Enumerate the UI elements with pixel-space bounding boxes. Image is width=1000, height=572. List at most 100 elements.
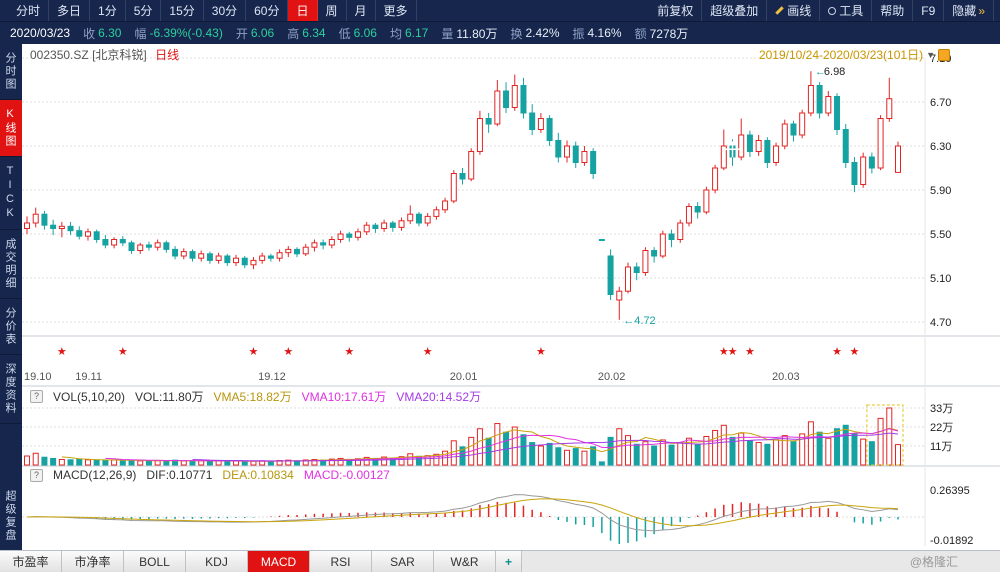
tab-wr[interactable]: W&R — [434, 551, 496, 572]
svg-text:6.30: 6.30 — [930, 141, 951, 153]
svg-text:0.26395: 0.26395 — [930, 485, 970, 497]
sidebar-item-price-table[interactable]: 分价表 — [0, 299, 22, 355]
infobar-fields: 收6.30幅-6.39%(-0.43)开6.06高6.34低6.06均6.17量… — [83, 25, 688, 42]
field-value-volume: 11.80万 — [456, 25, 497, 42]
stock-name: [北京科锐] — [92, 48, 147, 62]
topbar-item-super-overlay[interactable]: 超级叠加 — [702, 0, 767, 21]
x-axis-labels: 19.1019.1119.1220.0120.0220.03 — [24, 371, 800, 383]
left-sidebar: 分时图K线图TICK成交明细分价表深度资料超级复盘 — [0, 44, 22, 550]
tab-kdj[interactable]: KDJ — [186, 551, 248, 572]
crosshair-cursor — [725, 141, 741, 157]
candlesticks — [25, 71, 901, 320]
field-avg: 均6.17 — [390, 25, 428, 42]
field-low: 低6.06 — [339, 25, 377, 42]
topbar-item-label-f9: F9 — [921, 4, 935, 18]
sidebar-item-kline[interactable]: K线图 — [0, 100, 22, 157]
topbar-item-time[interactable]: 分时 — [8, 0, 49, 21]
field-volume: 量11.80万 — [441, 25, 497, 42]
dea-value: DEA:0.10834 — [222, 468, 293, 482]
svg-text:19.12: 19.12 — [258, 371, 286, 383]
topbar-item-tools[interactable]: 工具 — [820, 0, 872, 21]
pencil-icon — [775, 6, 783, 14]
svg-text:★: ★ — [536, 346, 546, 358]
field-value-amplitude: 4.16% — [588, 26, 622, 40]
sidebar-item-intraday[interactable]: 分时图 — [0, 44, 22, 100]
watermark: @格隆汇 — [910, 551, 958, 572]
field-label-low: 低 — [339, 25, 351, 42]
svg-text:4.70: 4.70 — [930, 317, 951, 329]
tab-pb[interactable]: 市净率 — [62, 551, 124, 572]
indicator-tabbar: 市盈率市净率BOLLKDJMACDRSISARW&R+ @格隆汇 — [0, 550, 1000, 572]
chevron-down-icon[interactable]: ▼ — [926, 50, 935, 60]
sidebar-item-super-replay[interactable]: 超级复盘 — [0, 482, 22, 550]
topbar-item-f9[interactable]: F9 — [913, 0, 944, 21]
tab-boll[interactable]: BOLL — [124, 551, 186, 572]
tab-pe[interactable]: 市盈率 — [0, 551, 62, 572]
topbar-item-5min[interactable]: 5分 — [126, 0, 162, 21]
topbar-item-week[interactable]: 周 — [318, 0, 347, 21]
svg-text:20.01: 20.01 — [450, 371, 478, 383]
help-icon[interactable]: ? — [30, 469, 43, 482]
topbar-item-day[interactable]: 日 — [288, 0, 317, 21]
field-label-high: 高 — [287, 25, 299, 42]
svg-text:5.90: 5.90 — [930, 185, 951, 197]
svg-text:19.10: 19.10 — [24, 371, 52, 383]
topbar-item-label-super-overlay: 超级叠加 — [710, 2, 758, 19]
topbar-item-multiday[interactable]: 多日 — [49, 0, 90, 21]
topbar-item-label-tools: 工具 — [839, 2, 863, 19]
field-high: 高6.34 — [287, 25, 325, 42]
topbar-item-60min[interactable]: 60分 — [246, 0, 288, 21]
sidebar-item-depth-info[interactable]: 深度资料 — [0, 355, 22, 424]
date-range-text: 2019/10/24-2020/03/23(101日) — [759, 46, 923, 63]
macd-pane-header: ? MACD(12,26,9) DIF:0.10771 DEA:0.10834 … — [30, 468, 390, 482]
topbar-item-month[interactable]: 月 — [347, 0, 376, 21]
field-value-amount: 7278万 — [650, 25, 689, 42]
topbar-item-draw-line[interactable]: 画线 — [767, 0, 820, 21]
topbar-item-30min[interactable]: 30分 — [204, 0, 246, 21]
field-value-turnover: 2.42% — [526, 26, 560, 40]
topbar-item-label-hide: 隐藏 — [952, 2, 976, 19]
tab-sar[interactable]: SAR — [372, 551, 434, 572]
topbar-item-more[interactable]: 更多 — [376, 0, 417, 21]
macd-indicator-title: MACD(12,26,9) — [53, 468, 136, 482]
vma10-value: VMA10:17.61万 — [302, 388, 387, 405]
range-icon[interactable] — [938, 49, 950, 61]
field-label-close: 收 — [83, 25, 95, 42]
field-value-high: 6.34 — [302, 26, 325, 40]
vma5-value: VMA5:18.82万 — [214, 388, 292, 405]
svg-text:★: ★ — [850, 346, 860, 358]
svg-text:★: ★ — [344, 346, 354, 358]
field-open: 开6.06 — [236, 25, 274, 42]
date-range-selector[interactable]: 2019/10/24-2020/03/23(101日) ▼ — [759, 46, 950, 63]
svg-text:★: ★ — [118, 346, 128, 358]
svg-text:★: ★ — [283, 346, 293, 358]
vol-indicator-title: VOL(5,10,20) — [53, 390, 125, 404]
help-icon[interactable]: ? — [30, 390, 43, 403]
tab-macd[interactable]: MACD — [248, 551, 310, 572]
macd-value: MACD:-0.00127 — [304, 468, 390, 482]
event-markers: ★★★★★★★★★★★★ — [57, 346, 860, 358]
svg-text:19.11: 19.11 — [75, 371, 102, 383]
top-toolbar: 分时多日1分5分15分30分60分日周月更多 前复权超级叠加画线 工具帮助 F9 隐藏… — [0, 0, 1000, 22]
chart-title: 002350.SZ [北京科锐] 日线 — [30, 46, 179, 63]
topbar-item-1min[interactable]: 1分 — [90, 0, 126, 21]
field-value-close: 6.30 — [98, 26, 121, 40]
macd-plot: 0.26395-0.01892 — [22, 485, 973, 547]
topbar-item-help[interactable]: 帮助 — [872, 0, 913, 21]
field-label-turnover: 换 — [510, 25, 522, 42]
svg-text:6.70: 6.70 — [930, 97, 951, 109]
sidebar-item-tick[interactable]: TICK — [0, 157, 22, 230]
sidebar-item-trade-detail[interactable]: 成交明细 — [0, 230, 22, 299]
topbar-item-hide[interactable]: 隐藏» — [944, 0, 994, 21]
svg-text:5.10: 5.10 — [930, 273, 951, 285]
topbar-item-15min[interactable]: 15分 — [161, 0, 203, 21]
field-label-change: 幅 — [134, 25, 146, 42]
field-amount: 额7278万 — [635, 25, 689, 42]
topbar-item-forward-adjust[interactable]: 前复权 — [649, 0, 702, 21]
tab-add[interactable]: + — [496, 551, 522, 572]
svg-text:6.98: 6.98 — [824, 66, 845, 78]
svg-text:20.03: 20.03 — [772, 371, 800, 383]
tab-rsi[interactable]: RSI — [310, 551, 372, 572]
svg-text:★: ★ — [728, 346, 738, 358]
svg-text:33万: 33万 — [930, 403, 953, 415]
